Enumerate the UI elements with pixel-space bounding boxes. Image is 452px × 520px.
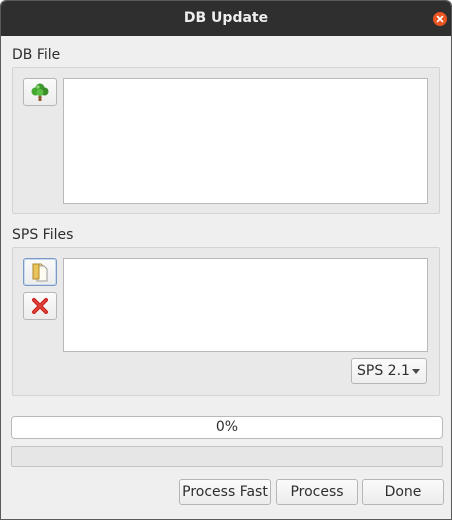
sps-files-label: SPS Files (12, 227, 74, 243)
db-update-dialog: DB Update DB File SPS Files SPS 2.1 0% P… (0, 0, 452, 520)
progress-percent: 0% (215, 419, 239, 435)
db-file-label: DB File (12, 47, 61, 63)
secondary-progress-bar (11, 446, 443, 467)
sps-version-value: SPS 2.1 (357, 363, 410, 379)
red-x-icon (32, 298, 48, 314)
process-button[interactable]: Process (276, 479, 358, 505)
sps-files-list[interactable] (63, 258, 428, 352)
add-sps-files-button[interactable] (23, 258, 57, 286)
close-icon (436, 15, 444, 23)
open-files-icon (32, 263, 48, 282)
title-bar[interactable]: DB Update (1, 1, 451, 36)
tree-icon (31, 83, 49, 101)
db-file-browse-button[interactable] (23, 78, 57, 106)
db-file-list[interactable] (63, 78, 428, 204)
window-title: DB Update (183, 10, 269, 26)
chevron-down-icon (412, 369, 420, 374)
done-button[interactable]: Done (362, 479, 444, 505)
progress-bar: 0% (11, 416, 443, 439)
close-button[interactable] (433, 12, 447, 26)
remove-sps-files-button[interactable] (23, 292, 57, 320)
sps-version-select[interactable]: SPS 2.1 (351, 358, 427, 384)
process-fast-button[interactable]: Process Fast (179, 479, 271, 505)
